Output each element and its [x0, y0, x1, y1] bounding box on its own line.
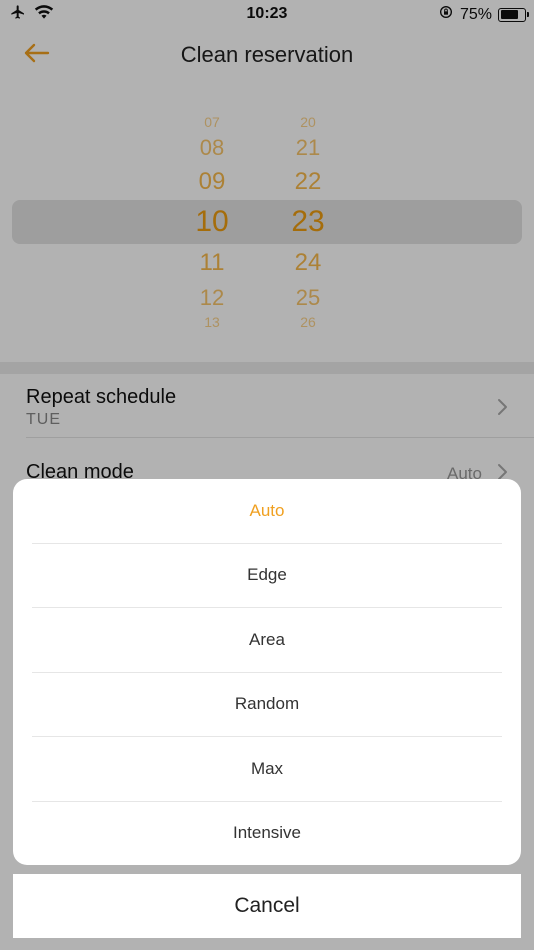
option-max[interactable]: Max	[13, 737, 521, 801]
clean-mode-action-sheet: Auto Edge Area Random Max Intensive	[13, 479, 521, 865]
option-area[interactable]: Area	[13, 608, 521, 672]
option-edge[interactable]: Edge	[13, 543, 521, 607]
option-auto[interactable]: Auto	[13, 479, 521, 543]
option-random[interactable]: Random	[13, 672, 521, 736]
cancel-button[interactable]: Cancel	[13, 874, 521, 938]
option-intensive[interactable]: Intensive	[13, 801, 521, 865]
